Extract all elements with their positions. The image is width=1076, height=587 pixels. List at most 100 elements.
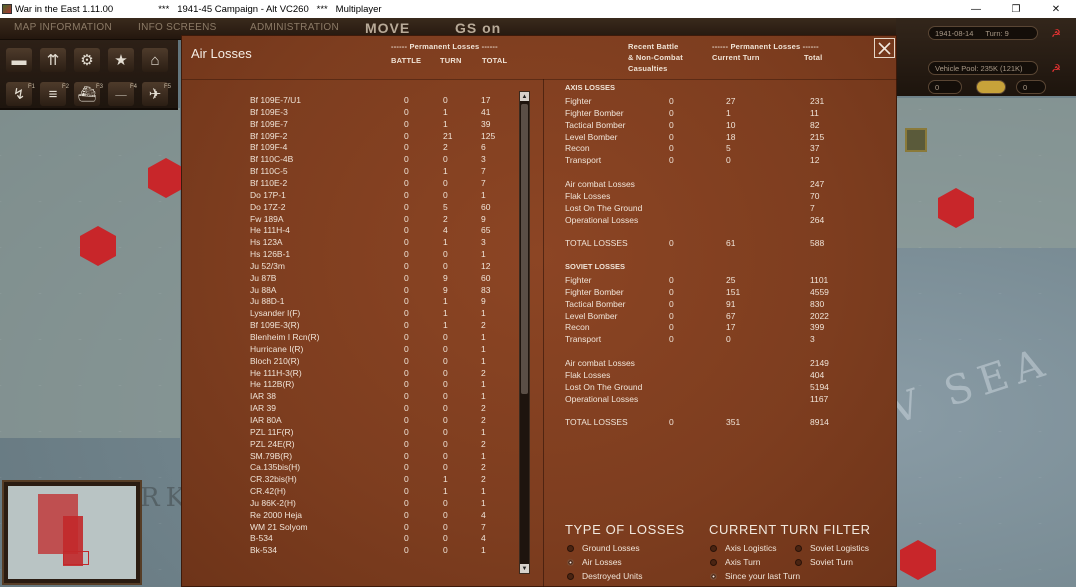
axis-type-row: 11 <box>810 107 819 118</box>
radio-axis-logistics[interactable]: Axis Logistics <box>710 543 777 553</box>
app-icon <box>2 4 12 14</box>
aircraft-turn-losses: 0 <box>443 426 448 437</box>
aircraft-turn-losses: 0 <box>443 154 448 165</box>
aircraft-battle-losses: 0 <box>404 486 409 497</box>
axis-summary-value: 70 <box>810 190 820 201</box>
axis-summary-label: Air combat Losses <box>565 179 635 189</box>
aircraft-turn-losses: 2 <box>443 213 448 224</box>
aircraft-turn-losses: 0 <box>443 355 448 366</box>
dialog-title: Air Losses <box>191 46 252 61</box>
aircraft-name: Bf 109E-7 <box>250 118 288 129</box>
supply-indicator <box>976 80 1006 94</box>
aircraft-turn-losses: 1 <box>443 474 448 485</box>
aircraft-total-losses: 1 <box>481 308 486 319</box>
axis-type-row: Fighter Bomber <box>565 107 624 118</box>
radio-soviet-turn[interactable]: Soviet Turn <box>795 557 853 567</box>
axis-type-row: 10 <box>726 119 736 130</box>
aircraft-battle-losses: 0 <box>404 367 409 378</box>
fkey-label: F1 <box>28 84 36 90</box>
aircraft-name: He 111H-4 <box>250 225 290 236</box>
minimap-viewport[interactable] <box>63 551 89 565</box>
unit-counter[interactable] <box>905 128 927 152</box>
close-dialog-button[interactable] <box>874 38 895 58</box>
scroll-down-icon[interactable]: ▼ <box>520 564 529 573</box>
aircraft-total-losses: 9 <box>481 213 486 224</box>
soviet-losses-title: SOVIET LOSSES <box>565 262 626 271</box>
star-icon[interactable]: ★ <box>108 48 134 72</box>
troops-icon[interactable]: ⇈ <box>40 48 66 72</box>
aircraft-total-losses: 60 <box>481 201 491 212</box>
aircraft-battle-losses: 0 <box>404 533 409 544</box>
axis-total-losses: 61 <box>726 238 736 248</box>
radio-since-your-last-turn[interactable]: Since your last Turn <box>710 571 800 581</box>
soviet-type-row: 0 <box>669 298 674 309</box>
radio-label: Axis Logistics <box>725 543 777 553</box>
radio-dot-icon <box>567 544 574 552</box>
aircraft-name: SM.79B(R) <box>250 450 293 461</box>
scrollbar[interactable]: ▲ ▼ <box>519 91 530 574</box>
tank-icon[interactable]: ▬ <box>6 48 32 72</box>
aircraft-name: Bf 109E-3(R) <box>250 320 300 331</box>
soviet-type-row: 17 <box>726 322 736 333</box>
aircraft-turn-losses: 0 <box>443 509 448 520</box>
aircraft-name: PZL 11F(R) <box>250 426 294 437</box>
aircraft-battle-losses: 0 <box>404 474 409 485</box>
aircraft-total-losses: 1 <box>481 379 486 390</box>
axis-summary-value: 247 <box>810 179 825 189</box>
axis-type-row: 37 <box>810 143 820 154</box>
radio-ground-losses[interactable]: Ground Losses <box>567 543 640 553</box>
scrollbar-thumb[interactable] <box>521 104 528 394</box>
fkey-label: F2 <box>62 84 70 90</box>
close-window-button[interactable]: ✕ <box>1036 0 1076 18</box>
turn-header: TURN <box>440 56 462 65</box>
aircraft-name: B-534 <box>250 533 273 544</box>
scroll-up-icon[interactable]: ▲ <box>520 92 529 101</box>
aircraft-turn-losses: 0 <box>443 450 448 461</box>
aircraft-turn-losses: 1 <box>443 166 448 177</box>
aircraft-battle-losses: 0 <box>404 225 409 236</box>
aircraft-turn-losses: 0 <box>443 414 448 425</box>
tab-administration[interactable]: ADMINISTRATION <box>250 22 339 33</box>
aircraft-battle-losses: 0 <box>404 106 409 117</box>
axis-summary-value: 7 <box>810 202 815 213</box>
aircraft-turn-losses: 0 <box>443 438 448 449</box>
axis-type-row: 1 <box>726 107 731 118</box>
minimap[interactable] <box>2 480 142 585</box>
aircraft-name: Fw 189A <box>250 213 284 224</box>
aircraft-battle-losses: 0 <box>404 355 409 366</box>
aircraft-name: Bf 110E-2 <box>250 177 288 188</box>
mode-move[interactable]: MOVE <box>365 20 410 36</box>
aircraft-turn-losses: 0 <box>443 177 448 188</box>
aircraft-battle-losses: 0 <box>404 438 409 449</box>
aircraft-battle-losses: 0 <box>404 320 409 331</box>
battle-header: BATTLE <box>391 56 422 65</box>
radio-destroyed-units[interactable]: Destroyed Units <box>567 571 642 581</box>
aircraft-total-losses: 1 <box>481 486 486 497</box>
axis-type-row: 0 <box>669 131 674 142</box>
aircraft-name: PZL 24E(R) <box>250 438 295 449</box>
aircraft-total-losses: 1 <box>481 426 486 437</box>
radio-axis-turn[interactable]: Axis Turn <box>710 557 760 567</box>
hq-icon[interactable]: ⌂ <box>142 48 168 72</box>
aircraft-turn-losses: 4 <box>443 225 448 236</box>
mode-gs[interactable]: GS on <box>455 20 501 36</box>
aircraft-turn-losses: 0 <box>443 403 448 414</box>
soviet-type-row: 1101 <box>810 275 829 285</box>
soviet-type-row: 0 <box>669 322 674 333</box>
aircraft-name: Ju 88A <box>250 284 277 295</box>
aircraft-battle-losses: 0 <box>404 426 409 437</box>
radio-soviet-logistics[interactable]: Soviet Logistics <box>795 543 869 553</box>
restore-button[interactable]: ❐ <box>996 0 1036 18</box>
tab-info-screens[interactable]: INFO SCREENS <box>138 22 217 33</box>
radio-air-losses[interactable]: Air Losses <box>567 557 622 567</box>
tab-map-information[interactable]: MAP INFORMATION <box>14 22 112 33</box>
soviet-type-row: 151 <box>726 286 741 297</box>
axis-total-losses: TOTAL LOSSES <box>565 238 628 248</box>
fkey-label: F5 <box>164 84 172 90</box>
minimize-button[interactable]: — <box>956 0 996 18</box>
aircraft-name: Bf 109F-4 <box>250 142 288 153</box>
gear-icon[interactable]: ⚙ <box>74 48 100 72</box>
aircraft-total-losses: 39 <box>481 118 491 129</box>
aircraft-name: CR.32bis(H) <box>250 474 297 485</box>
axis-summary-label: Lost On The Ground <box>565 202 643 213</box>
